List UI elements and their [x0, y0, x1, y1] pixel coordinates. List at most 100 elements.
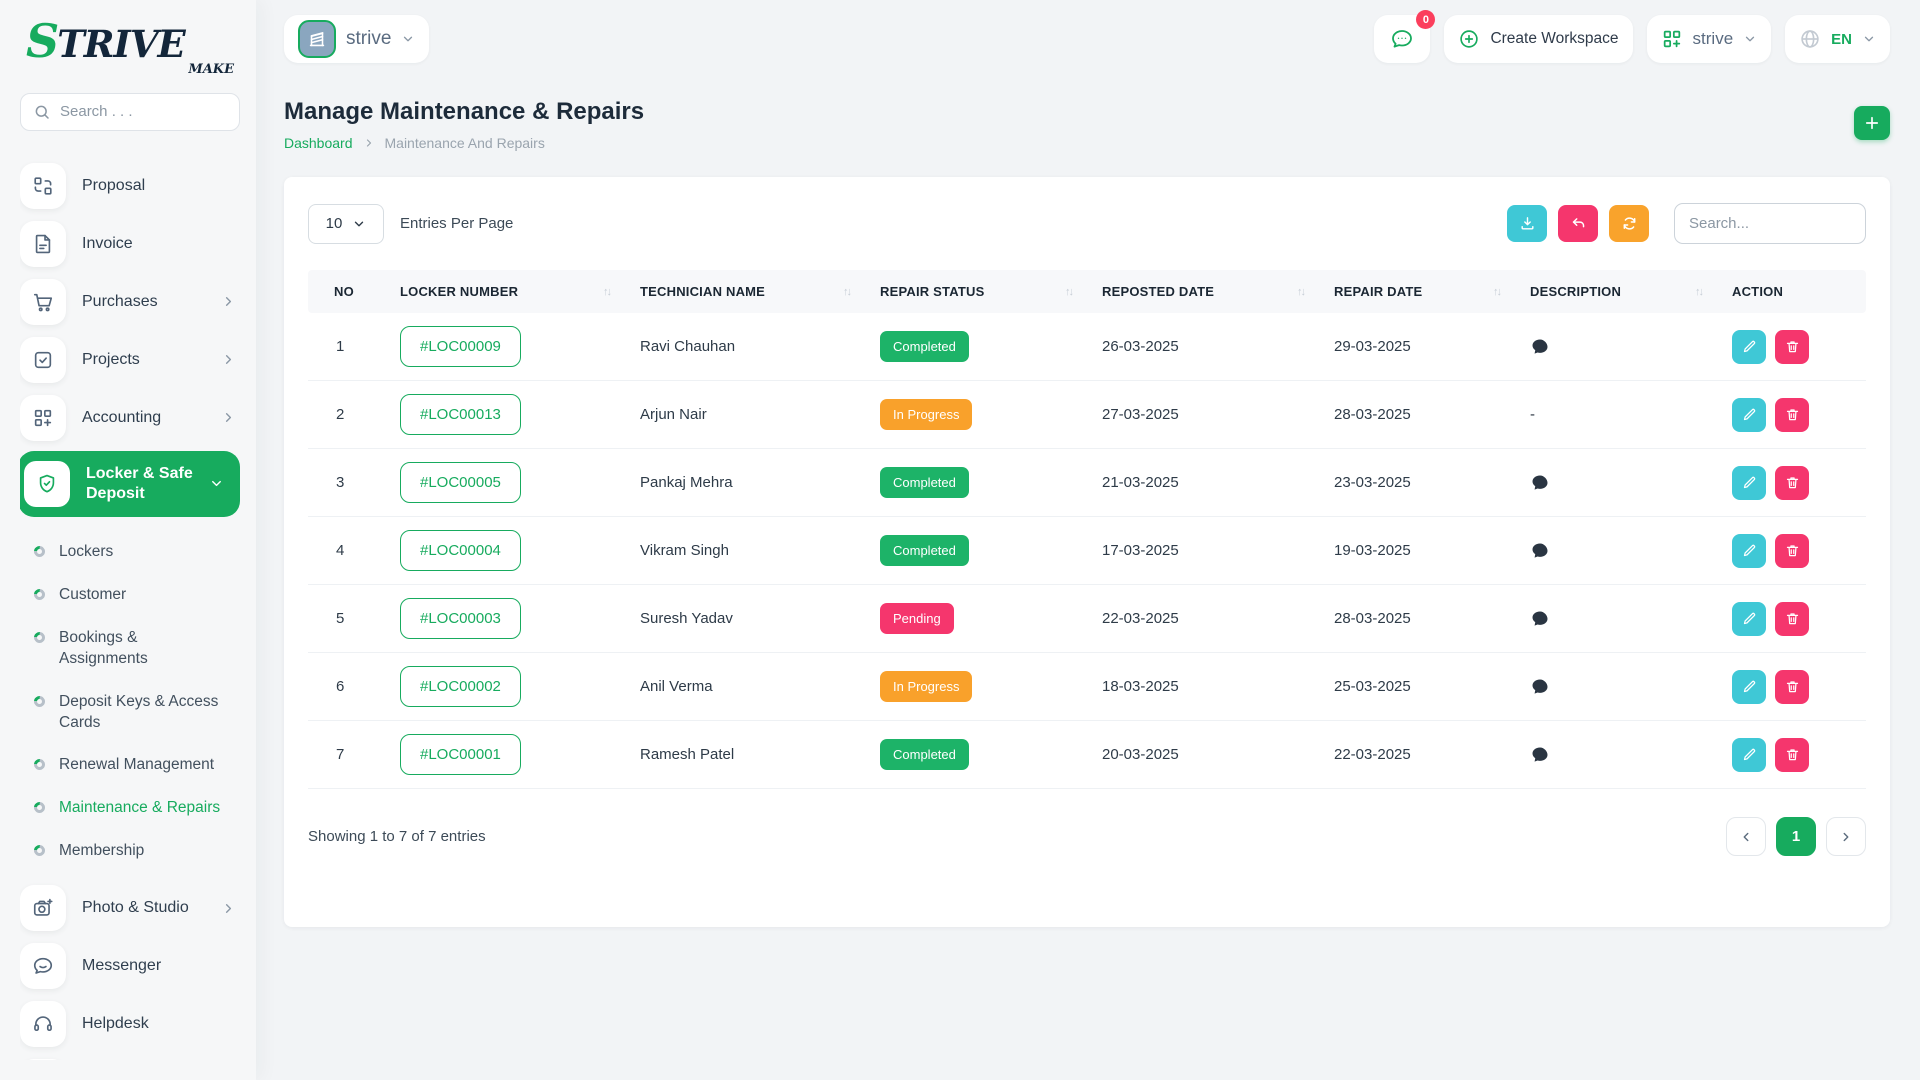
table-search-input[interactable] — [1674, 203, 1866, 244]
helpdesk-icon — [20, 1001, 66, 1047]
sidebar-subitem-maintenance-repairs[interactable]: Maintenance & Repairs — [34, 787, 240, 830]
workspace-pill[interactable]: strive — [284, 15, 429, 63]
delete-button[interactable] — [1775, 738, 1809, 772]
locker-number-badge[interactable]: #LOC00002 — [400, 666, 521, 707]
sort-icon[interactable]: ↑↓ — [1297, 286, 1304, 298]
edit-button[interactable] — [1732, 738, 1766, 772]
edit-button[interactable] — [1732, 602, 1766, 636]
refresh-button[interactable] — [1609, 205, 1649, 242]
download-icon — [1519, 215, 1536, 232]
sort-icon[interactable]: ↑↓ — [843, 286, 850, 298]
delete-button[interactable] — [1775, 330, 1809, 364]
create-workspace-button[interactable]: Create Workspace — [1444, 15, 1632, 63]
locker-number-badge[interactable]: #LOC00013 — [400, 394, 521, 435]
sidebar-subitem-deposit-keys-access-cards[interactable]: Deposit Keys & Access Cards — [34, 681, 240, 745]
comment-icon[interactable] — [1530, 337, 1550, 357]
language-selector[interactable]: EN — [1785, 15, 1890, 63]
table-row: 3#LOC00005Pankaj MehraCompleted21-03-202… — [308, 449, 1866, 517]
column-header-reposted-date[interactable]: REPOSTED DATE↑↓ — [1090, 270, 1322, 313]
sidebar-item-settings[interactable]: Settings — [20, 1053, 240, 1060]
download-button[interactable] — [1507, 205, 1547, 242]
sort-icon[interactable]: ↑↓ — [1065, 286, 1072, 298]
sidebar-item-proposal[interactable]: Proposal — [20, 157, 240, 215]
sidebar-item-invoice[interactable]: Invoice — [20, 215, 240, 273]
sidebar-item-label: Invoice — [82, 234, 240, 254]
sidebar-subitem-lockers[interactable]: Lockers — [34, 531, 240, 574]
sidebar-item-label: Purchases — [82, 292, 205, 312]
edit-button[interactable] — [1732, 534, 1766, 568]
brand-logo: STRIVE MAKE — [20, 18, 240, 77]
cell-description[interactable] — [1530, 745, 1708, 765]
sort-icon[interactable]: ↑↓ — [1695, 286, 1702, 298]
cell-no: 5 — [308, 585, 388, 653]
sidebar-subitem-customer[interactable]: Customer — [34, 574, 240, 617]
undo-button[interactable] — [1558, 205, 1598, 242]
column-header-repair-status[interactable]: REPAIR STATUS↑↓ — [868, 270, 1090, 313]
workspace-switcher[interactable]: strive — [1647, 15, 1772, 63]
locker-number-badge[interactable]: #LOC00003 — [400, 598, 521, 639]
sidebar-item-photo[interactable]: Photo & Studio — [20, 879, 240, 937]
comment-icon[interactable] — [1530, 677, 1550, 697]
sidebar-subitem-bookings-assignments[interactable]: Bookings & Assignments — [34, 617, 240, 681]
column-header-locker-number[interactable]: LOCKER NUMBER ↑↓ — [388, 270, 628, 313]
squares-plus-icon — [1661, 28, 1683, 50]
sidebar-item-purchases[interactable]: Purchases — [20, 273, 240, 331]
cell-technician-name: Ramesh Patel — [628, 721, 868, 789]
brand-logo-rest: TRIVE — [57, 26, 185, 63]
showing-entries-text: Showing 1 to 7 of 7 entries — [308, 828, 486, 845]
sort-icon[interactable]: ↑↓ — [1493, 286, 1500, 298]
delete-button[interactable] — [1775, 466, 1809, 500]
locker-number-badge[interactable]: #LOC00009 — [400, 326, 521, 367]
cell-description[interactable] — [1530, 541, 1708, 561]
sidebar-item-projects[interactable]: Projects — [20, 331, 240, 389]
edit-button[interactable] — [1732, 466, 1766, 500]
column-label: LOCKER NUMBER — [400, 284, 518, 299]
column-label: REPAIR DATE — [1334, 284, 1422, 299]
add-record-button[interactable] — [1854, 106, 1890, 140]
sidebar-item-label: Helpdesk — [82, 1014, 240, 1034]
locker-number-badge[interactable]: #LOC00001 — [400, 734, 521, 775]
sidebar-item-helpdesk[interactable]: Helpdesk — [20, 995, 240, 1053]
repair-status-badge: Completed — [880, 331, 969, 362]
delete-button[interactable] — [1775, 670, 1809, 704]
sidebar-item-messenger[interactable]: Messenger — [20, 937, 240, 995]
edit-button[interactable] — [1732, 670, 1766, 704]
locker-number-badge[interactable]: #LOC00005 — [400, 462, 521, 503]
cell-no: 1 — [308, 313, 388, 381]
cell-repair-date: 19-03-2025 — [1322, 517, 1518, 585]
cell-description[interactable] — [1530, 473, 1708, 493]
column-header-technician-name[interactable]: TECHNICIAN NAME↑↓ — [628, 270, 868, 313]
workspace-avatar-icon — [298, 20, 336, 58]
comment-icon[interactable] — [1530, 745, 1550, 765]
cell-reposted-date: 17-03-2025 — [1090, 517, 1322, 585]
delete-button[interactable] — [1775, 602, 1809, 636]
comment-icon[interactable] — [1530, 541, 1550, 561]
cell-description[interactable] — [1530, 677, 1708, 697]
bullet-icon — [32, 693, 47, 708]
sort-icon[interactable]: ↑↓ — [603, 286, 610, 298]
pagination-next-button[interactable] — [1826, 817, 1866, 856]
column-header-repair-date[interactable]: REPAIR DATE ↑↓ — [1322, 270, 1518, 313]
chat-button[interactable]: 0 — [1374, 15, 1430, 63]
locker-number-badge[interactable]: #LOC00004 — [400, 530, 521, 571]
cell-description[interactable] — [1530, 337, 1708, 357]
entries-per-page-select[interactable]: 10 — [308, 204, 384, 244]
delete-button[interactable] — [1775, 398, 1809, 432]
comment-icon[interactable] — [1530, 609, 1550, 629]
edit-button[interactable] — [1732, 330, 1766, 364]
search-input[interactable] — [60, 103, 227, 120]
sidebar-subitem-renewal-management[interactable]: Renewal Management — [34, 744, 240, 787]
column-header-description[interactable]: DESCRIPTION↑↓ — [1518, 270, 1720, 313]
edit-icon — [1742, 339, 1757, 354]
cell-description[interactable] — [1530, 609, 1708, 629]
sidebar-item-locker[interactable]: Locker & Safe Deposit — [20, 451, 240, 517]
edit-button[interactable] — [1732, 398, 1766, 432]
pagination-page-1-button[interactable]: 1 — [1776, 817, 1816, 856]
sidebar-item-accounting[interactable]: Accounting — [20, 389, 240, 447]
purchases-icon — [20, 279, 66, 325]
pagination-prev-button[interactable] — [1726, 817, 1766, 856]
comment-icon[interactable] — [1530, 473, 1550, 493]
breadcrumb-dashboard-link[interactable]: Dashboard — [284, 135, 353, 151]
sidebar-subitem-membership[interactable]: Membership — [34, 830, 240, 873]
delete-button[interactable] — [1775, 534, 1809, 568]
